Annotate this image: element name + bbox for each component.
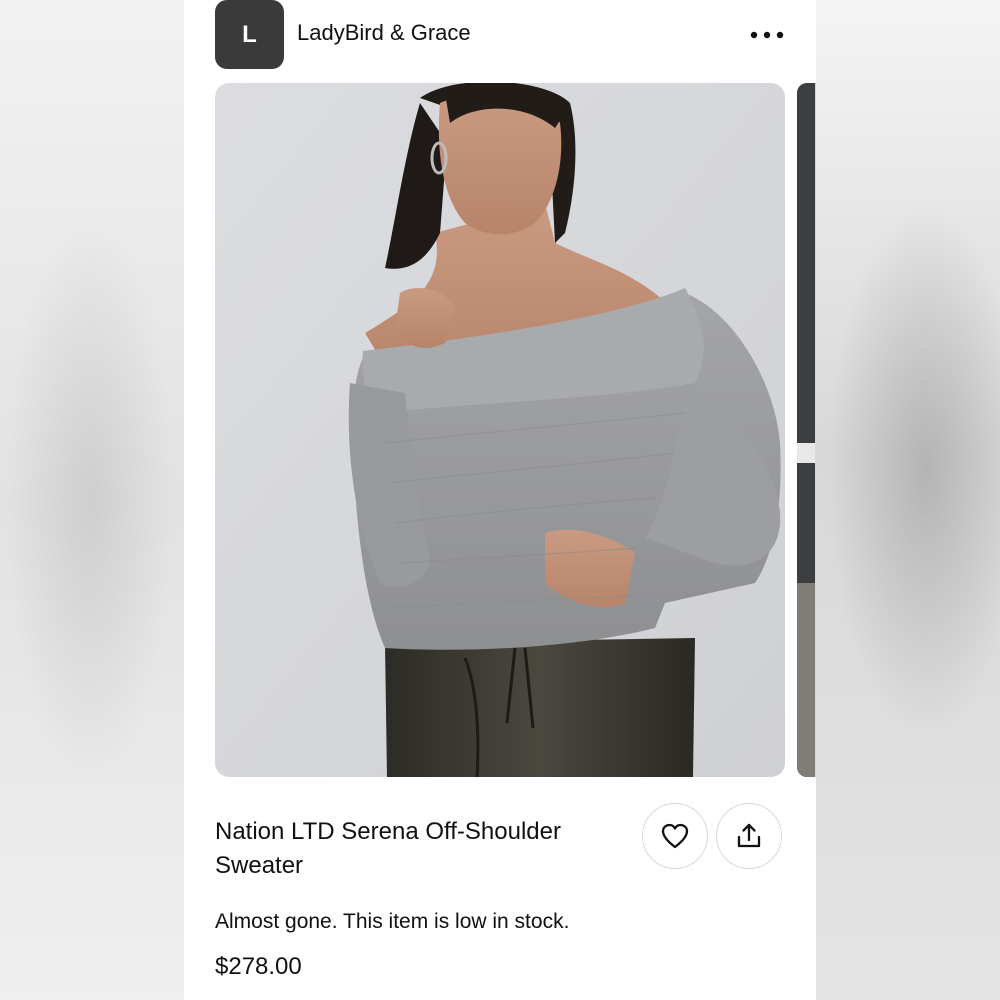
shop-avatar[interactable]: L <box>215 0 284 69</box>
next-photo-preview <box>797 83 816 777</box>
product-title[interactable]: Nation LTD Serena Off-Shoulder Sweater <box>215 815 615 883</box>
shop-name[interactable]: LadyBird & Grace <box>297 20 471 46</box>
product-photo <box>215 83 785 777</box>
more-options-button[interactable] <box>742 20 792 50</box>
stock-status: Almost gone. This item is low in stock. <box>215 910 570 933</box>
next-product-image-peek[interactable] <box>797 83 816 777</box>
heart-icon <box>661 823 689 849</box>
product-image[interactable] <box>215 83 785 777</box>
product-price: $278.00 <box>215 953 302 980</box>
favorite-button[interactable] <box>642 803 708 869</box>
shop-header: L LadyBird & Grace <box>184 0 816 70</box>
share-icon <box>737 823 761 848</box>
blurred-background-right <box>816 0 1000 1000</box>
blurred-background-left <box>0 0 184 1000</box>
product-card: L LadyBird & Grace Nation LTD Serena Off… <box>184 0 816 1000</box>
share-button[interactable] <box>716 803 782 869</box>
more-horizontal-icon <box>750 31 784 39</box>
